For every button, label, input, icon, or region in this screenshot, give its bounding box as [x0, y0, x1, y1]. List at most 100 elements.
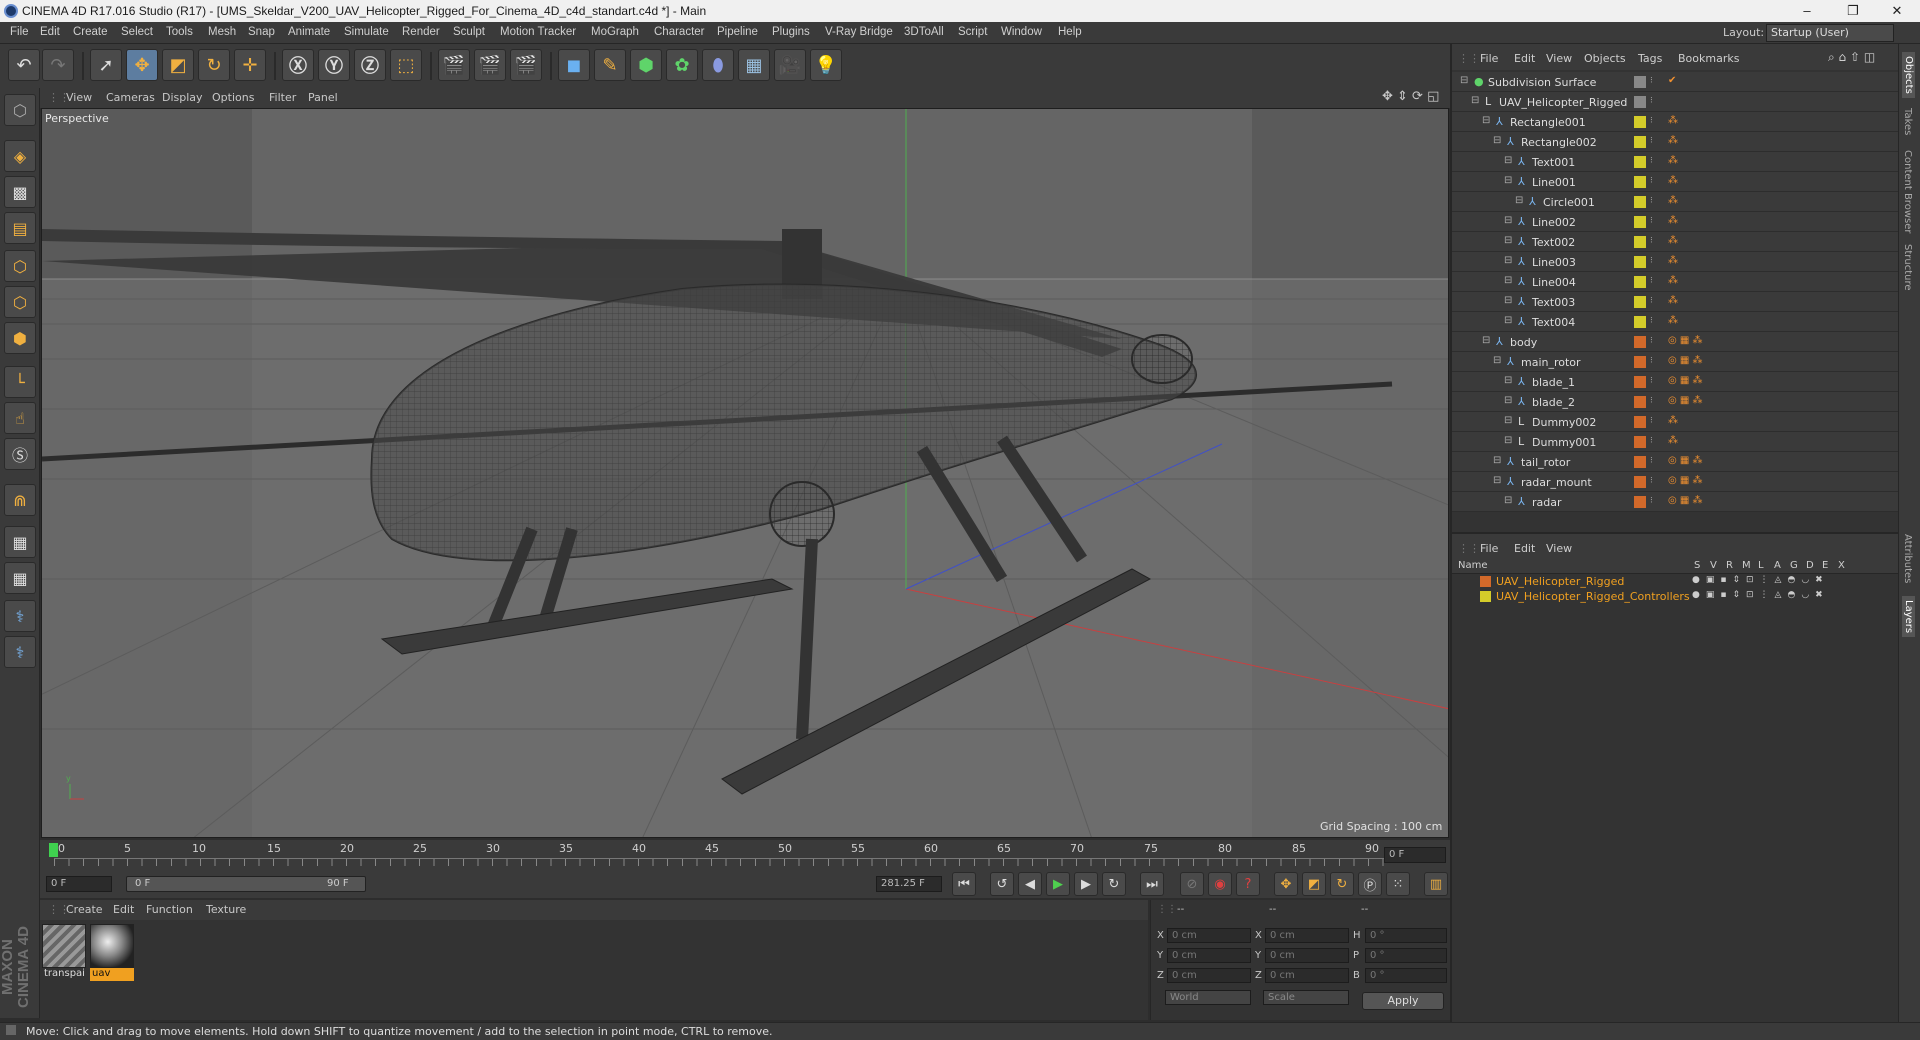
expand-toggle-icon[interactable]: ⊟ [1504, 495, 1512, 506]
object-tags-icon[interactable]: ◎ ▦ ⁂ [1668, 335, 1703, 346]
object-row[interactable]: ⊟ ⅄ Text003 ⁝ ⁂ [1452, 292, 1898, 312]
menu-character[interactable]: Character [654, 26, 705, 38]
object-row[interactable]: ⊟ ⅄ Rectangle001 ⁝ ⁂ [1452, 112, 1898, 132]
material-menu-texture[interactable]: Texture [206, 903, 246, 916]
x-axis-lock-icon[interactable]: Ⓧ [282, 49, 314, 81]
material-menu-edit[interactable]: Edit [113, 903, 134, 916]
tab-content-browser[interactable]: Content Browser [1902, 150, 1913, 233]
menu-snap[interactable]: Snap [248, 26, 275, 38]
minimize-button[interactable]: – [1784, 0, 1830, 22]
object-row[interactable]: ⊟ ⅄ body ⁝ ◎ ▦ ⁂ [1452, 332, 1898, 352]
expand-toggle-icon[interactable]: ⊟ [1493, 355, 1501, 366]
object-tags-icon[interactable]: ⁂ [1668, 115, 1678, 126]
expand-toggle-icon[interactable]: ⊟ [1482, 335, 1490, 346]
edges-mode-icon[interactable]: ⬡ [4, 286, 36, 318]
object-name[interactable]: Dummy001 [1532, 436, 1596, 449]
object-row[interactable]: ⊟ ⅄ Rectangle002 ⁝ ⁂ [1452, 132, 1898, 152]
menu-plugins[interactable]: Plugins [772, 26, 810, 38]
layer-color-swatch[interactable] [1634, 416, 1646, 428]
object-name[interactable]: Line004 [1532, 276, 1576, 289]
tab-attributes[interactable]: Attributes [1902, 534, 1913, 583]
object-menu-file[interactable]: File [1480, 52, 1498, 65]
scale-mode-select[interactable]: Scale [1263, 990, 1349, 1005]
size-z-field[interactable]: 0 cm [1265, 968, 1349, 983]
menu-script[interactable]: Script [958, 26, 987, 38]
object-row[interactable]: ⊟ ⅄ Text004 ⁝ ⁂ [1452, 312, 1898, 332]
visibility-dots-icon[interactable]: ⁝ [1650, 96, 1653, 106]
rotation-h-field[interactable]: 0 ° [1365, 928, 1447, 943]
object-tags-icon[interactable]: ◎ ▦ ⁂ [1668, 395, 1703, 406]
menu-mesh[interactable]: Mesh [208, 26, 236, 38]
live-selection-icon[interactable]: ✛ [234, 49, 266, 81]
rotation-p-field[interactable]: 0 ° [1365, 948, 1447, 963]
layer-name[interactable]: UAV_Helicopter_Rigged [1496, 575, 1624, 588]
object-search-icon[interactable]: ⌕ ⌂ ⇧ ◫ [1828, 50, 1875, 65]
object-row[interactable]: ⊟ ⅄ Line002 ⁝ ⁂ [1452, 212, 1898, 232]
visibility-dots-icon[interactable]: ⁝ [1650, 376, 1653, 386]
expand-toggle-icon[interactable]: ⊟ [1504, 315, 1512, 326]
visibility-dots-icon[interactable]: ⁝ [1650, 356, 1653, 366]
object-name[interactable]: Line003 [1532, 256, 1576, 269]
render-view-icon[interactable]: 🎬 [438, 49, 470, 81]
preview-range-slider[interactable]: 0 F 90 F [126, 876, 366, 892]
object-name[interactable]: Line002 [1532, 216, 1576, 229]
timeline-ruler[interactable]: 0 5 10 15 20 25 30 35 40 45 50 55 60 65 … [40, 840, 1450, 870]
layer-color-swatch[interactable] [1634, 296, 1646, 308]
object-tags-icon[interactable]: ⁂ [1668, 415, 1678, 426]
object-name[interactable]: UAV_Helicopter_Rigged [1499, 96, 1627, 109]
redo-icon[interactable]: ↷ [42, 49, 74, 81]
autokey-icon[interactable]: ? [1236, 872, 1260, 896]
key-param-icon[interactable]: Ⓟ [1358, 872, 1382, 896]
material-menu-function[interactable]: Function [146, 903, 193, 916]
visibility-dots-icon[interactable]: ⁝ [1650, 236, 1653, 246]
object-tags-icon[interactable]: ⁂ [1668, 295, 1678, 306]
play-icon[interactable]: ▶ [1046, 872, 1070, 896]
workplane-lock-icon[interactable]: ▦ [4, 526, 36, 558]
viewport-menu-panel[interactable]: Panel [308, 91, 338, 104]
material-menu-create[interactable]: Create [66, 903, 103, 916]
object-tags-icon[interactable]: ⁂ [1668, 235, 1678, 246]
object-menu-view[interactable]: View [1546, 52, 1572, 65]
render-settings-icon[interactable]: 🎬 [510, 49, 542, 81]
render-picture-viewer-icon[interactable]: 🎬 [474, 49, 506, 81]
layer-color-swatch[interactable] [1634, 276, 1646, 288]
menu-select[interactable]: Select [121, 26, 153, 38]
material-name[interactable]: uav [90, 968, 134, 981]
expand-toggle-icon[interactable]: ⊟ [1504, 295, 1512, 306]
coordinate-mode-select[interactable]: World [1165, 990, 1251, 1005]
close-button[interactable]: ✕ [1874, 0, 1920, 22]
key-scale-icon[interactable]: ◩ [1302, 872, 1326, 896]
object-tags-icon[interactable]: ⁂ [1668, 195, 1678, 206]
layer-color-swatch[interactable] [1480, 591, 1491, 602]
tweak-mode-icon[interactable]: ☝ [4, 402, 36, 434]
solo-mode-icon[interactable]: Ⓢ [4, 438, 36, 470]
texture-mode-icon[interactable]: ▩ [4, 176, 36, 208]
object-tags-icon[interactable]: ⁂ [1668, 275, 1678, 286]
material-transparent-swatch[interactable] [42, 924, 86, 968]
visibility-dots-icon[interactable]: ⁝ [1650, 456, 1653, 466]
next-frame-icon[interactable]: ▶ [1074, 872, 1098, 896]
layer-color-swatch[interactable] [1634, 396, 1646, 408]
previous-key-icon[interactable]: ↺ [990, 872, 1014, 896]
goto-start-icon[interactable]: ⏮ [952, 872, 976, 896]
layer-color-swatch[interactable] [1634, 216, 1646, 228]
expand-toggle-icon[interactable]: ⊟ [1515, 195, 1523, 206]
layer-color-swatch[interactable] [1634, 256, 1646, 268]
layer-menu-edit[interactable]: Edit [1514, 542, 1535, 555]
object-row[interactable]: ⊟ ⅄ Text002 ⁝ ⁂ [1452, 232, 1898, 252]
menu-mograph[interactable]: MoGraph [591, 26, 639, 38]
expand-toggle-icon[interactable]: ⊟ [1493, 135, 1501, 146]
menu-pipeline[interactable]: Pipeline [717, 26, 758, 38]
size-y-field[interactable]: 0 cm [1265, 948, 1349, 963]
expand-toggle-icon[interactable]: ⊟ [1482, 115, 1490, 126]
object-name[interactable]: radar [1532, 496, 1562, 509]
scale-tool-icon[interactable]: ◩ [162, 49, 194, 81]
object-tags-icon[interactable]: ◎ ▦ ⁂ [1668, 455, 1703, 466]
points-mode-icon[interactable]: ⬡ [4, 250, 36, 282]
position-y-field[interactable]: 0 cm [1167, 948, 1251, 963]
3d-viewport[interactable]: y [41, 108, 1449, 838]
timeline-window-icon[interactable]: ▥ [1424, 872, 1448, 896]
object-name[interactable]: Text002 [1532, 236, 1575, 249]
z-axis-lock-icon[interactable]: Ⓩ [354, 49, 386, 81]
expand-toggle-icon[interactable]: ⊟ [1504, 255, 1512, 266]
